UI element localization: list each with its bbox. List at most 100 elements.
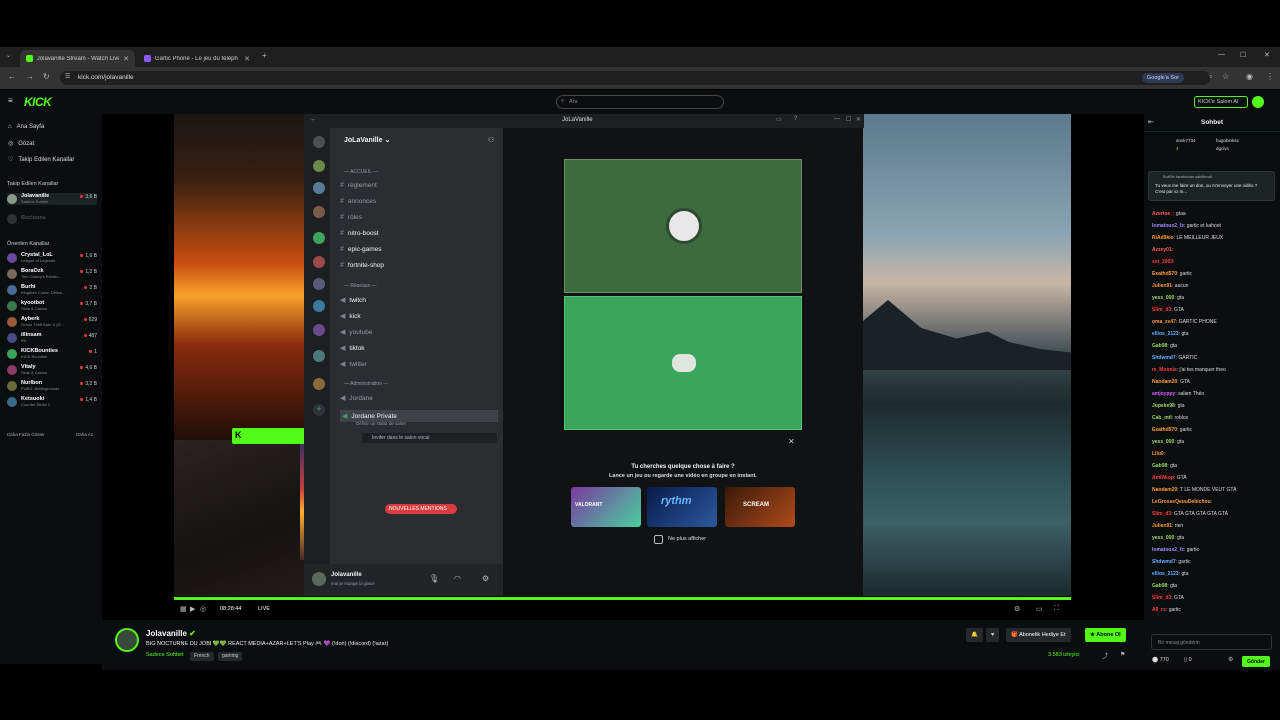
pinned-message[interactable]: BotRix tarafından sabitlendi Tu veux me … xyxy=(1148,171,1275,201)
server-icon[interactable] xyxy=(313,300,325,312)
close-tab-icon[interactable]: ✕ xyxy=(244,55,250,63)
wallet-balance[interactable]: ▯ 0 xyxy=(1184,657,1192,663)
new-mentions-badge[interactable]: NOUVELLES MENTIONS xyxy=(385,504,457,514)
subscribe-button[interactable]: ★ Abone Ol xyxy=(1085,628,1126,642)
gift-subscription-button[interactable]: 🎁 Abonelik Hediye Et xyxy=(1006,628,1071,642)
chat-username[interactable]: oma_zs47 xyxy=(1152,319,1176,325)
back-arrow-icon[interactable]: ← xyxy=(310,116,317,123)
recommended-channel[interactable]: KICKBounties KICK Bounties 1 xyxy=(7,348,97,360)
google-ask-pill[interactable]: Google'a Sor xyxy=(1142,73,1184,83)
report-icon[interactable]: ⚑ xyxy=(1120,651,1125,658)
collapse-chat-icon[interactable]: ⇤ xyxy=(1148,118,1154,126)
game-card-valorant[interactable]: VALORANT xyxy=(571,487,641,527)
close-prompt-icon[interactable]: ✕ xyxy=(788,437,795,446)
server-icon[interactable] xyxy=(313,182,325,194)
recommended-channel[interactable]: illinsam IRL 487 xyxy=(7,332,97,344)
chat-username[interactable]: Exathd570 xyxy=(1152,271,1177,277)
text-channel[interactable]: # rôles xyxy=(340,214,362,221)
follow-heart-icon[interactable]: ♥ xyxy=(986,628,1000,642)
layout-icon[interactable]: ▦ xyxy=(180,605,187,613)
announcement-channel[interactable]: ◀ kick xyxy=(340,312,361,321)
announcement-channel[interactable]: ◀ twitter xyxy=(340,360,367,369)
server-icon[interactable] xyxy=(313,136,325,148)
chat-username[interactable]: lomatoux2_fz xyxy=(1152,223,1184,229)
chat-username[interactable]: yess_000 xyxy=(1152,535,1174,541)
tag-french[interactable]: French xyxy=(190,652,214,661)
microphone-icon[interactable]: 🎙 xyxy=(429,574,439,583)
chat-username[interactable]: ellios_2123 xyxy=(1152,571,1179,577)
chat-username[interactable]: Naodam20 xyxy=(1152,379,1177,385)
chat-username[interactable]: Gab98 xyxy=(1152,463,1167,469)
chat-username[interactable]: RiAd9kio xyxy=(1152,235,1174,241)
stream-category[interactable]: Sadece Sohbet xyxy=(146,652,184,658)
channel-status-hint[interactable]: Définir un statut de salon xyxy=(356,421,406,426)
chat-input[interactable]: Bir mesaj gönderin xyxy=(1151,634,1272,650)
chat-settings-icon[interactable]: ⚙ xyxy=(1228,656,1233,663)
text-channel[interactable]: # fortnite-shop xyxy=(340,262,384,269)
chat-username[interactable]: LeGrosseQeuuDebichou xyxy=(1152,499,1211,505)
nav-browse[interactable]: ◎ Gözat xyxy=(8,140,34,148)
user-avatar[interactable] xyxy=(1252,96,1264,108)
chat-username[interactable]: Naodam20 xyxy=(1152,487,1177,493)
recommended-channel[interactable]: kyootbot Slots & Casino 3,7 B xyxy=(7,300,97,312)
chat-username[interactable]: lomatoux2_fz xyxy=(1152,547,1184,553)
game-card-rythm[interactable]: rythm xyxy=(647,487,717,527)
chat-username[interactable]: Jupeke98 xyxy=(1152,403,1175,409)
bookmark-star-icon[interactable]: ☆ xyxy=(1222,72,1229,81)
announcement-channel[interactable]: ◀ twitch xyxy=(340,296,366,305)
back-icon[interactable]: ← xyxy=(8,72,16,81)
new-tab-icon[interactable]: + xyxy=(262,51,267,60)
reload-icon[interactable]: ↻ xyxy=(43,72,50,81)
help-icon[interactable]: ? xyxy=(794,116,797,122)
announcement-channel[interactable]: ◀ tiktok xyxy=(340,344,365,353)
server-name[interactable]: JoLaVanille ⌄ xyxy=(344,136,390,144)
send-button[interactable]: Gönder xyxy=(1242,656,1270,667)
followed-channel[interactable]: Jolavanille Sadece Sohbet 3,6 B xyxy=(7,193,97,205)
headphones-icon[interactable]: ◠ xyxy=(454,574,461,583)
play-icon[interactable]: ▶ xyxy=(190,605,195,613)
text-channel[interactable]: # règlement xyxy=(340,182,377,189)
settings-gear-icon[interactable]: ⚙ xyxy=(1014,605,1020,613)
streamer-name[interactable]: Jolavanille ✔ xyxy=(146,629,196,638)
chat-username[interactable]: ellios_2123 xyxy=(1152,331,1179,337)
recommended-channel[interactable]: Vitaly Slots & Casino 4,6 B xyxy=(7,364,97,376)
chat-username[interactable]: yess_000 xyxy=(1152,295,1174,301)
voice-channel-jordane[interactable]: ◀ Jordane xyxy=(340,394,373,403)
address-bar[interactable]: ☰ kick.com/jolavanille Google'a Sor xyxy=(60,71,1210,85)
streamer-avatar[interactable] xyxy=(115,628,139,652)
close-tab-icon[interactable]: ✕ xyxy=(123,55,129,63)
text-channel[interactable]: # annonces xyxy=(340,198,376,205)
fullscreen-icon[interactable]: ⛶ xyxy=(1054,605,1059,613)
followed-channel-offline[interactable]: Bsclouns xyxy=(7,213,97,225)
chat-username[interactable]: Julien91 xyxy=(1152,523,1172,529)
text-channel[interactable]: # epic-games xyxy=(340,246,382,253)
avatar[interactable] xyxy=(312,572,326,586)
channel-points[interactable]: ⬤ 770 xyxy=(1152,657,1169,663)
kick-ai-button[interactable]: KICK'e Salom AI xyxy=(1194,96,1248,108)
category-accueil[interactable]: — ACCUEIL — xyxy=(344,169,378,175)
tab-gartic[interactable]: Gartic Phone - Le jeu du téléph ✕ xyxy=(138,50,256,67)
chat-username[interactable]: Shdwmd7 xyxy=(1152,355,1176,361)
chat-username[interactable]: Slim_d3 xyxy=(1152,595,1171,601)
close-icon[interactable]: ✕ xyxy=(856,116,861,123)
recommended-channel[interactable]: BoraOzk Tom Clancy's Rainbo... 1,2 B xyxy=(7,268,97,280)
tab-search-icon[interactable]: ⌄ xyxy=(6,52,11,59)
chat-username[interactable]: Shdwmd7 xyxy=(1152,559,1176,565)
profile-icon[interactable]: ◉ xyxy=(1246,72,1253,81)
text-channel[interactable]: # nitro-boost xyxy=(340,230,379,237)
tab-jolavanille[interactable]: Jolavanille Stream - Watch Live ✕ xyxy=(20,50,135,67)
search-input[interactable]: ⌕ Ara xyxy=(556,95,724,109)
category-reseaux[interactable]: — Réseaux — xyxy=(344,283,377,289)
chat-username[interactable]: Cab_mtl xyxy=(1152,415,1172,421)
recommended-channel[interactable]: Crystal_LoL League of Legends 1,6 B xyxy=(7,252,97,264)
game-card-scream[interactable]: SCREAM xyxy=(725,487,795,527)
chat-username[interactable]: Gab98 xyxy=(1152,583,1167,589)
chat-username[interactable]: Azzey01 xyxy=(1152,247,1172,253)
add-member-icon[interactable]: ⚇ xyxy=(488,136,494,144)
announcement-channel[interactable]: ◀ youtube xyxy=(340,328,373,337)
show-more-link[interactable]: Daha Fazla Göster xyxy=(7,432,45,437)
minimize-icon[interactable]: — xyxy=(834,116,840,122)
invite-voice-button[interactable]: Inviter dans le salon vocal xyxy=(362,433,497,443)
kick-logo[interactable]: KICK xyxy=(24,95,52,109)
chat-username[interactable]: Lilu0 xyxy=(1152,451,1164,457)
